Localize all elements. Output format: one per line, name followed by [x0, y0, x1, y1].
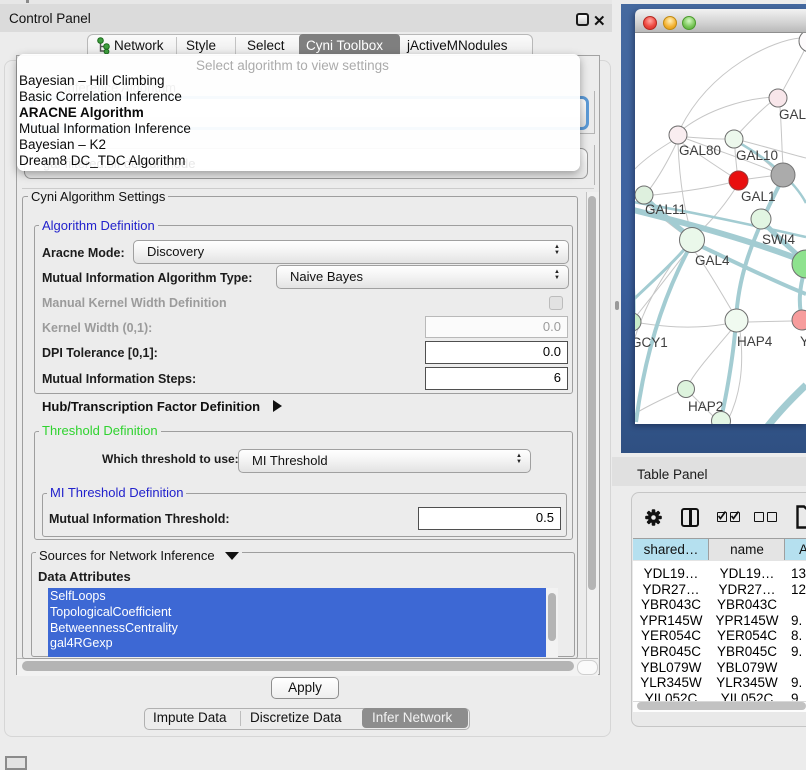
- svg-text:HAP2: HAP2: [688, 399, 723, 414]
- svg-text:GAL11: GAL11: [645, 202, 686, 217]
- svg-text:SWI4: SWI4: [762, 232, 795, 247]
- svg-text:HAP4: HAP4: [737, 334, 773, 349]
- svg-text:GAL1: GAL1: [741, 189, 776, 204]
- svg-text:GAL4: GAL4: [695, 253, 730, 268]
- svg-text:GAL7: GAL7: [779, 107, 806, 122]
- svg-text:GAL10: GAL10: [736, 148, 778, 163]
- svg-text:Y: Y: [800, 334, 806, 349]
- svg-text:GAL80: GAL80: [679, 143, 721, 158]
- svg-text:GCY1: GCY1: [635, 335, 668, 350]
